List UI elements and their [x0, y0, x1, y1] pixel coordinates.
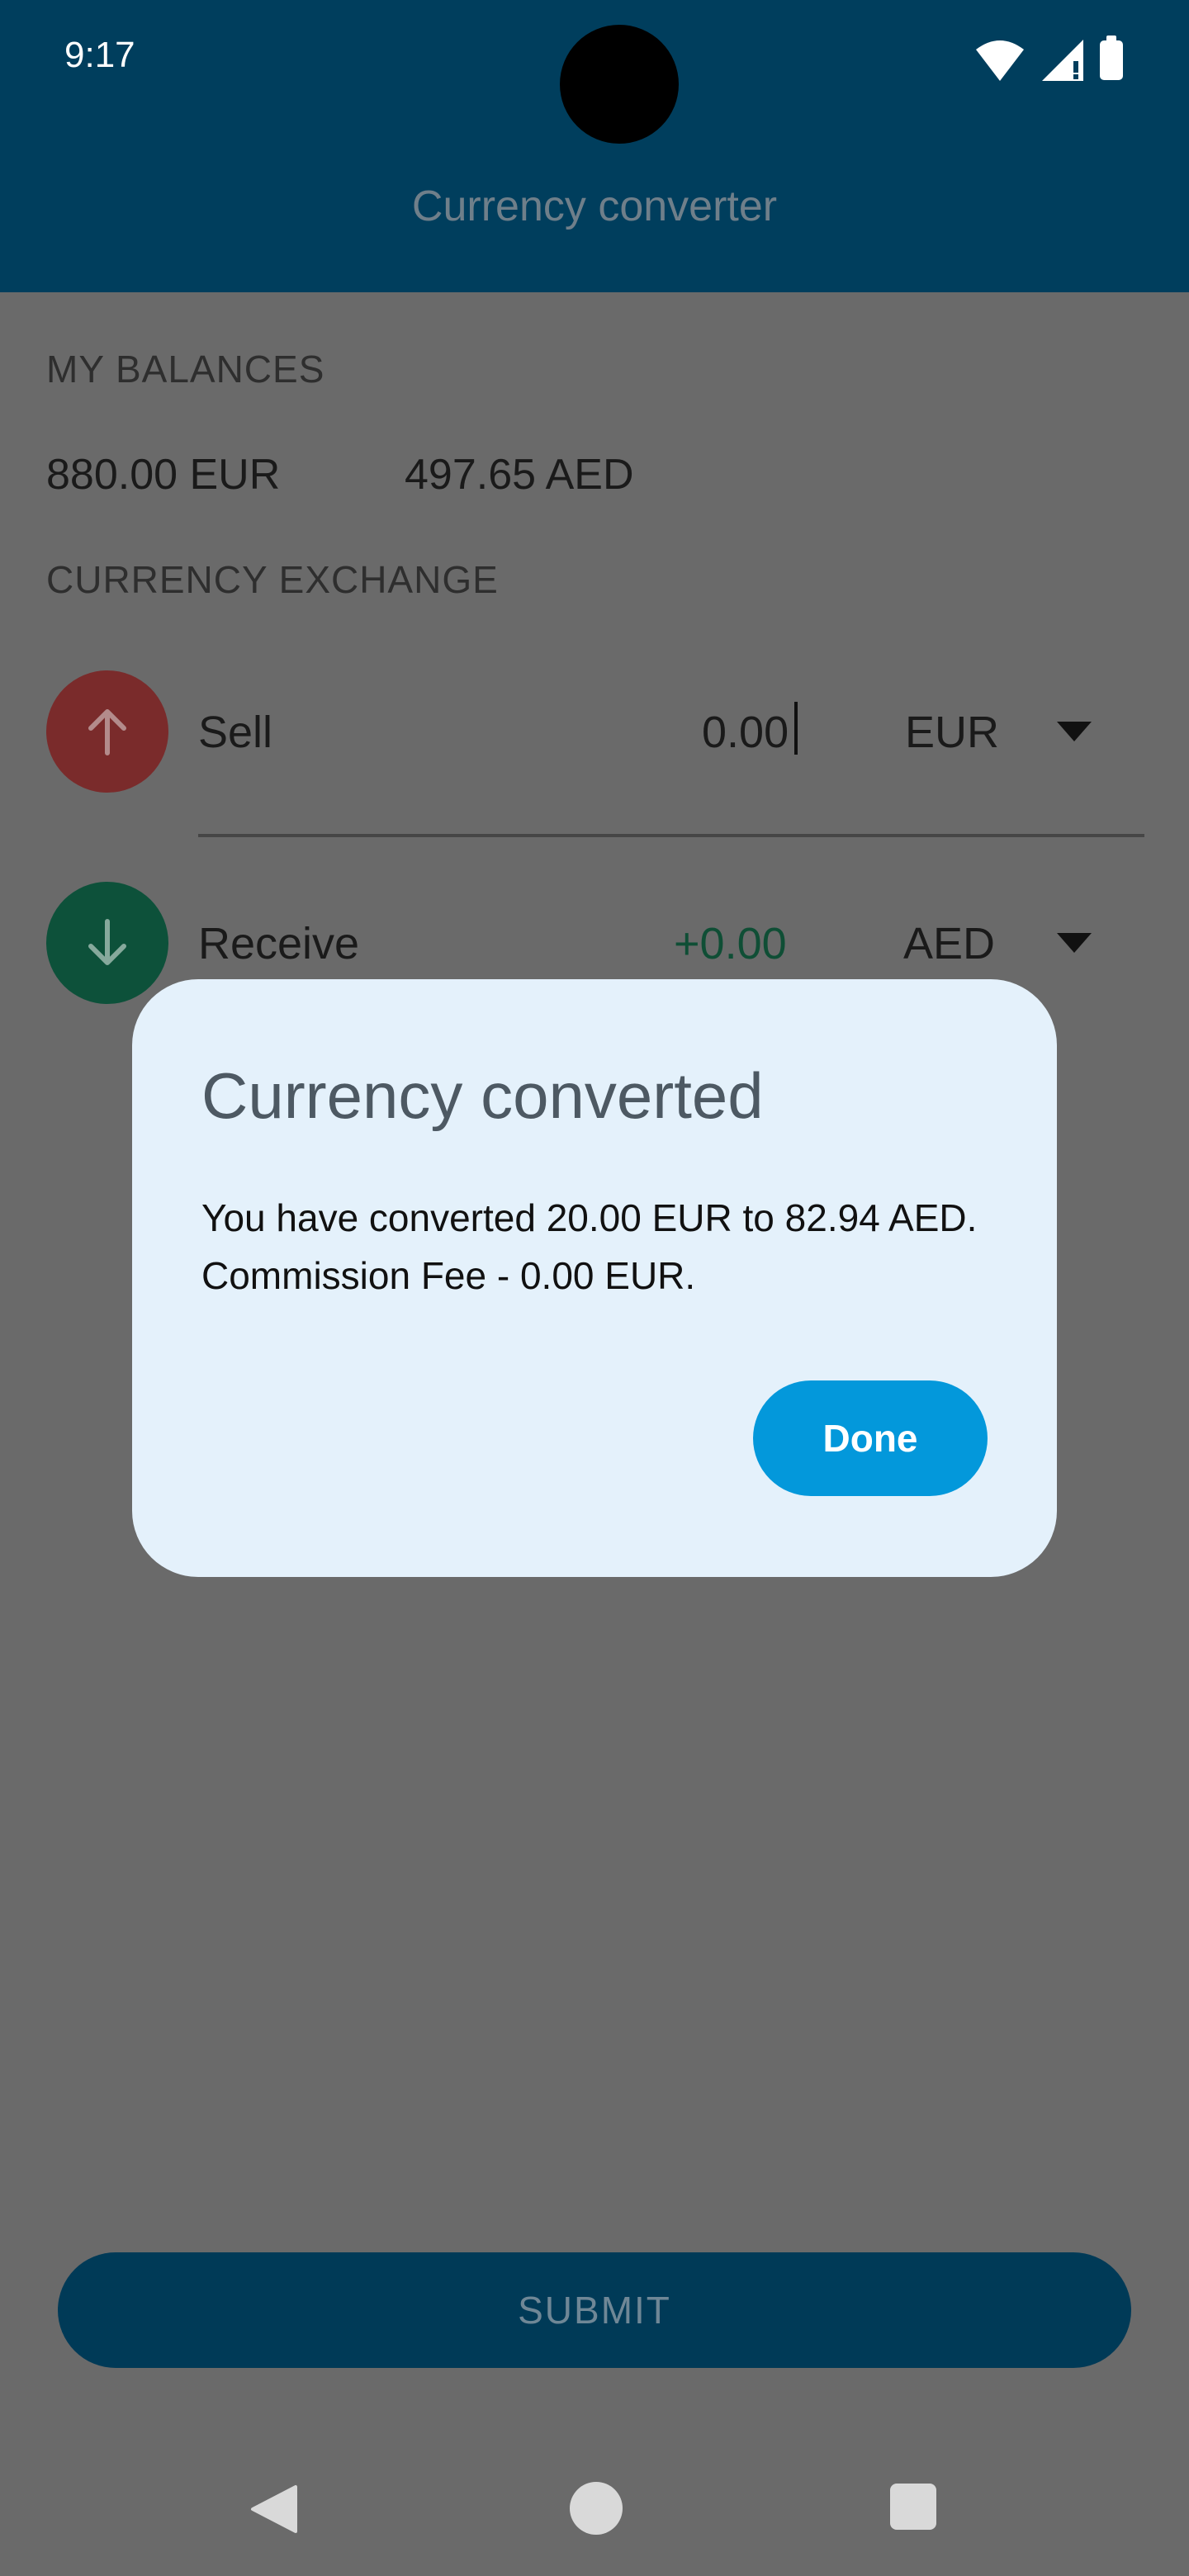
recents-icon[interactable]: [890, 2484, 936, 2530]
status-icons: [974, 36, 1123, 83]
wifi-icon: [976, 40, 1024, 81]
chevron-down-icon[interactable]: [1057, 933, 1092, 953]
dialog-message: You have converted 20.00 EUR to 82.94 AE…: [201, 1196, 978, 1297]
page-title: Currency converter: [411, 182, 778, 230]
submit-button[interactable]: SUBMIT: [58, 2252, 1131, 2368]
sell-icon-circle: [46, 670, 168, 793]
receive-currency-select[interactable]: AED: [903, 918, 995, 969]
receive-label: Receive: [198, 919, 360, 968]
done-button[interactable]: Done: [753, 1380, 988, 1496]
receive-icon-circle: [46, 882, 168, 1004]
submit-label: SUBMIT: [518, 2289, 671, 2332]
balance-item-aed: 497.65 AED: [405, 451, 634, 499]
receive-amount: +0.00: [674, 919, 787, 968]
sell-label: Sell: [198, 708, 273, 757]
balances-title: MY BALANCES: [46, 348, 325, 391]
arrow-up-icon: [88, 709, 126, 755]
battery-icon: [1100, 36, 1123, 80]
currency-exchange-title: CURRENCY EXCHANGE: [46, 558, 499, 601]
camera-cutout: [560, 25, 679, 144]
balance-item-eur: 880.00 EUR: [46, 451, 281, 499]
dialog-title: Currency converted: [201, 1059, 764, 1132]
back-icon[interactable]: [249, 2484, 301, 2535]
sell-amount-input[interactable]: 0.00: [702, 707, 789, 758]
home-icon[interactable]: [570, 2482, 623, 2535]
sell-currency-select[interactable]: EUR: [905, 707, 999, 758]
sell-divider: [198, 834, 1144, 837]
arrow-down-icon: [88, 919, 126, 965]
cell-signal-icon: [1042, 40, 1083, 81]
chevron-down-icon[interactable]: [1057, 722, 1092, 741]
done-label: Done: [822, 1417, 918, 1460]
status-time: 9:17: [64, 35, 135, 75]
text-cursor: [794, 702, 798, 755]
